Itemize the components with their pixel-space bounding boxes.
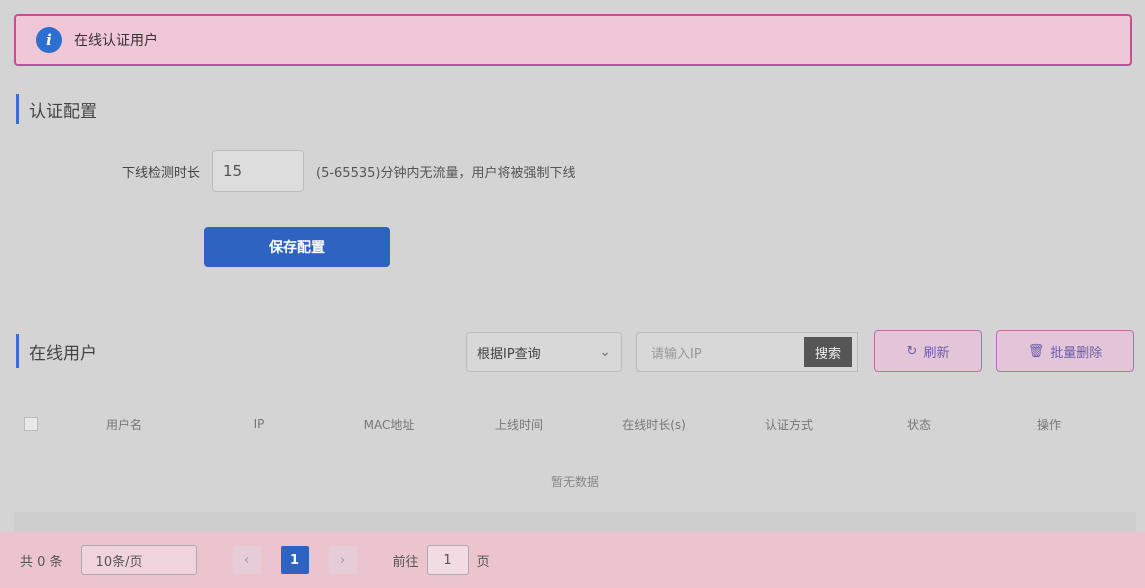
current-page-button[interactable]: 1 — [280, 546, 309, 574]
column-header: 在线时长(s) — [622, 417, 686, 432]
save-config-button[interactable]: 保存配置 — [204, 227, 390, 267]
search-button[interactable]: 搜索 — [804, 337, 852, 367]
trash-icon: 🗑 — [1027, 343, 1045, 359]
refresh-label: 刷新 — [923, 345, 950, 361]
search-type-select[interactable]: 根据IP查询 ⌄ — [466, 332, 622, 372]
column-header: MAC地址 — [363, 417, 415, 432]
batch-delete-label: 批量删除 — [1050, 345, 1103, 361]
batch-delete-button[interactable]: 🗑 批量删除 — [996, 330, 1134, 372]
offline-detect-label: 下线检测时长 — [121, 165, 200, 181]
offline-detect-row: 下线检测时长 15 (5-65535)分钟内无流量，用户将被强制下线 — [80, 150, 575, 192]
column-header: 认证方式 — [764, 417, 813, 432]
page-size-select[interactable]: 10条/页 — [80, 545, 197, 575]
offline-detect-input[interactable]: 15 — [212, 150, 304, 192]
goto-label: 前往 — [392, 554, 419, 570]
online-users-section-title: 在线用户 — [16, 334, 97, 368]
goto-page-input[interactable]: 1 — [426, 545, 469, 575]
info-alert: i 在线认证用户 — [14, 14, 1132, 66]
next-page-icon[interactable]: › — [328, 546, 357, 574]
alert-text: 在线认证用户 — [74, 33, 158, 49]
search-type-value: 根据IP查询 — [477, 346, 541, 362]
offline-detect-hint: (5-65535)分钟内无流量，用户将被强制下线 — [316, 165, 576, 181]
column-header: 上线时间 — [494, 417, 543, 432]
select-all-checkbox[interactable] — [24, 417, 38, 431]
refresh-icon: ↻ — [906, 343, 918, 359]
column-header: 状态 — [906, 417, 931, 432]
pagination: 共 0 条 10条/页 ‹ 1 › 前往 1 页 — [0, 532, 1145, 588]
table-header: 用户名 IP MAC地址 上线时间 在线时长(s) 认证方式 状态 操作 — [14, 398, 1136, 450]
total-count: 共 0 条 — [20, 554, 63, 570]
refresh-button[interactable]: ↻ 刷新 — [874, 330, 982, 372]
info-icon: i — [36, 27, 62, 53]
column-header: 用户名 — [105, 417, 142, 432]
config-section-title: 认证配置 — [16, 94, 97, 124]
prev-page-icon[interactable]: ‹ — [232, 546, 261, 574]
table-empty-state: 暂无数据 — [14, 450, 1136, 512]
chevron-down-icon: ⌄ — [599, 344, 611, 360]
goto-suffix: 页 — [476, 554, 490, 570]
column-header: IP — [253, 417, 265, 431]
column-header: 操作 — [1036, 417, 1061, 432]
